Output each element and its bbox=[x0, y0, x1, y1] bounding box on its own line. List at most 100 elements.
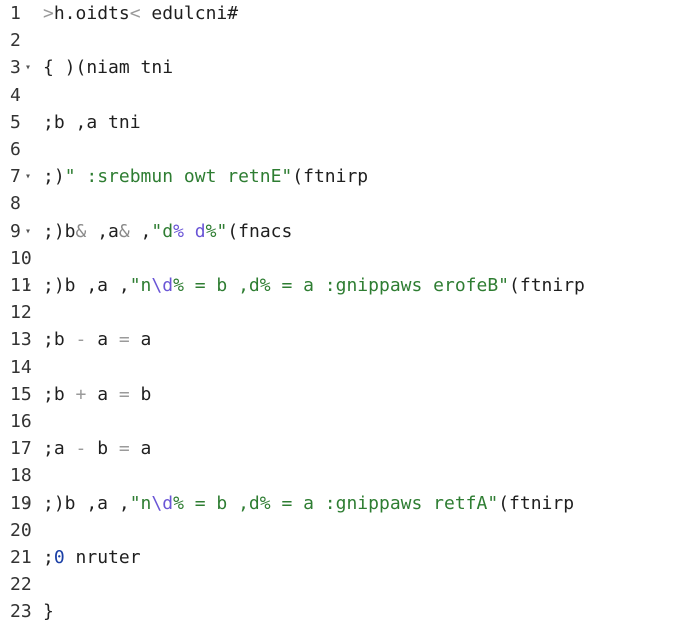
chevron-down-icon[interactable]: ▾ bbox=[25, 163, 31, 190]
code-text: ;0 nruter bbox=[43, 544, 141, 571]
code-line[interactable]: 5 ;b ,a tni bbox=[0, 109, 686, 136]
code-token: } bbox=[43, 601, 54, 623]
line-gutter: 6 bbox=[0, 136, 40, 163]
line-number: 13 bbox=[10, 329, 32, 351]
line-gutter: 17 bbox=[0, 435, 40, 462]
code-line[interactable]: 20 bbox=[0, 517, 686, 544]
code-token: & bbox=[75, 220, 87, 242]
line-gutter: 18 bbox=[0, 462, 40, 489]
code-text: ;b + a = b bbox=[43, 381, 151, 408]
line-number: 3 bbox=[10, 57, 21, 79]
chevron-down-icon[interactable]: ▾ bbox=[25, 272, 31, 299]
code-text: ;)b ,a ,"n\d% = b ,d% = a :gnippaws retf… bbox=[43, 490, 574, 517]
line-gutter: 23 bbox=[0, 598, 40, 625]
code-line[interactable]: 2 bbox=[0, 27, 686, 54]
code-editor[interactable]: 1 >h.oidts< edulcni# 2 3 ▾{ )(niam tni 4 5 ;b ,… bbox=[0, 0, 686, 625]
line-gutter: 15 bbox=[0, 381, 40, 408]
line-number: 10 bbox=[10, 247, 32, 269]
code-token: { )(niam tni bbox=[43, 57, 174, 79]
chevron-down-icon[interactable]: ▾ bbox=[25, 54, 31, 81]
code-token: %" bbox=[205, 220, 228, 242]
code-line[interactable]: 15 ;b + a = b bbox=[0, 381, 686, 408]
line-number: 22 bbox=[10, 574, 32, 596]
line-gutter: 14 bbox=[0, 354, 40, 381]
code-token: (fnacs bbox=[227, 220, 293, 242]
code-line[interactable]: 8 bbox=[0, 190, 686, 217]
code-token: (ftnirp bbox=[498, 492, 575, 514]
code-line[interactable]: 7 ▾ ;)" :srebmun owt retnE"(ftnirp bbox=[0, 163, 686, 190]
code-text: ;)b ,a ,"n\d% = b ,d% = a :gnippaws erof… bbox=[43, 272, 585, 299]
line-gutter: 10 bbox=[0, 245, 40, 272]
code-line[interactable]: 21 ;0 nruter bbox=[0, 544, 686, 571]
code-token: < bbox=[129, 3, 141, 24]
line-number: 21 bbox=[10, 547, 32, 568]
line-number: 16 bbox=[10, 411, 32, 432]
code-line[interactable]: 3 ▾ { )(niam tni bbox=[0, 54, 686, 81]
code-line[interactable]: 19 ▾ ;)b ,a ,"n\d% = b ,d% = a :gnippaws r… bbox=[0, 490, 686, 517]
code-text: ;b ,a tni bbox=[43, 109, 141, 136]
code-token: h.oidts bbox=[53, 3, 130, 24]
code-text: { )(niam tni bbox=[43, 54, 173, 81]
line-number: 18 bbox=[10, 465, 32, 487]
code-line[interactable]: 1 >h.oidts< edulcni# bbox=[0, 0, 686, 27]
line-gutter: 9 ▾ bbox=[0, 218, 40, 245]
line-number: 2 bbox=[10, 30, 21, 52]
code-line[interactable]: 11 ▾ ;)b ,a ,"n\d% = b ,d% = a :gnippaws e… bbox=[0, 272, 686, 299]
code-line[interactable]: 22 bbox=[0, 571, 686, 598]
code-text: ;)b& ,a& ,"d% d%"(fnacs bbox=[43, 218, 292, 245]
code-text: } bbox=[43, 598, 54, 625]
code-text: >h.oidts< edulcni# bbox=[43, 0, 238, 27]
code-token: "n bbox=[129, 492, 152, 514]
code-token: \d bbox=[151, 275, 174, 296]
line-gutter: 13 bbox=[0, 326, 40, 353]
code-token: \d bbox=[151, 492, 174, 514]
line-number: 1 bbox=[10, 3, 21, 24]
code-line[interactable]: 6 bbox=[0, 136, 686, 163]
code-token: a bbox=[129, 329, 152, 351]
code-token: 0 bbox=[53, 547, 65, 568]
code-token: ;) bbox=[43, 166, 65, 188]
line-number: 9 bbox=[10, 220, 21, 242]
line-gutter: 8 bbox=[0, 190, 40, 217]
code-line[interactable]: 23} bbox=[0, 598, 686, 625]
line-number: 12 bbox=[10, 302, 32, 324]
line-number: 15 bbox=[10, 383, 32, 405]
chevron-down-icon[interactable]: ▾ bbox=[25, 490, 31, 517]
line-gutter: 20 bbox=[0, 517, 40, 544]
code-token: ;b ,a tni bbox=[43, 111, 141, 133]
code-token: a bbox=[86, 383, 119, 405]
code-line[interactable]: 14 bbox=[0, 354, 686, 381]
line-number: 4 bbox=[10, 84, 21, 106]
code-token: % bbox=[173, 220, 184, 242]
code-token: ;)b ,a , bbox=[43, 275, 130, 296]
line-gutter: 21 bbox=[0, 544, 40, 571]
code-token: a bbox=[129, 438, 152, 460]
line-number: 17 bbox=[10, 438, 32, 460]
code-token: + bbox=[75, 383, 87, 405]
code-token: ,a bbox=[86, 220, 119, 242]
code-line[interactable]: 18 bbox=[0, 462, 686, 489]
code-line[interactable]: 12 bbox=[0, 299, 686, 326]
code-token: " :srebmun owt retnE" bbox=[64, 166, 293, 188]
code-token: "d bbox=[151, 220, 174, 242]
code-line[interactable]: 13 ;b - a = a bbox=[0, 326, 686, 353]
code-line[interactable]: 16 bbox=[0, 408, 686, 435]
code-token: = bbox=[118, 329, 130, 351]
line-gutter: 19 ▾ bbox=[0, 490, 40, 517]
line-gutter: 16 bbox=[0, 408, 40, 435]
code-line[interactable]: 17 ;a - b = a bbox=[0, 435, 686, 462]
code-token: edulcni# bbox=[140, 3, 239, 24]
code-token: ; bbox=[43, 547, 54, 568]
code-line[interactable]: 10 bbox=[0, 245, 686, 272]
code-line[interactable]: 4 bbox=[0, 82, 686, 109]
code-text: ;a - b = a bbox=[43, 435, 151, 462]
code-token: a bbox=[86, 329, 119, 351]
code-line[interactable]: 9 ▾ ;)b& ,a& ,"d% d%"(fnacs bbox=[0, 218, 686, 245]
code-token: ;)b ,a , bbox=[43, 492, 130, 514]
code-token: "n bbox=[129, 275, 152, 296]
code-token: nruter bbox=[64, 547, 141, 568]
chevron-down-icon[interactable]: ▾ bbox=[25, 218, 31, 245]
line-number: 6 bbox=[10, 139, 21, 160]
code-token: - bbox=[75, 329, 87, 351]
line-gutter: 12 bbox=[0, 299, 40, 326]
